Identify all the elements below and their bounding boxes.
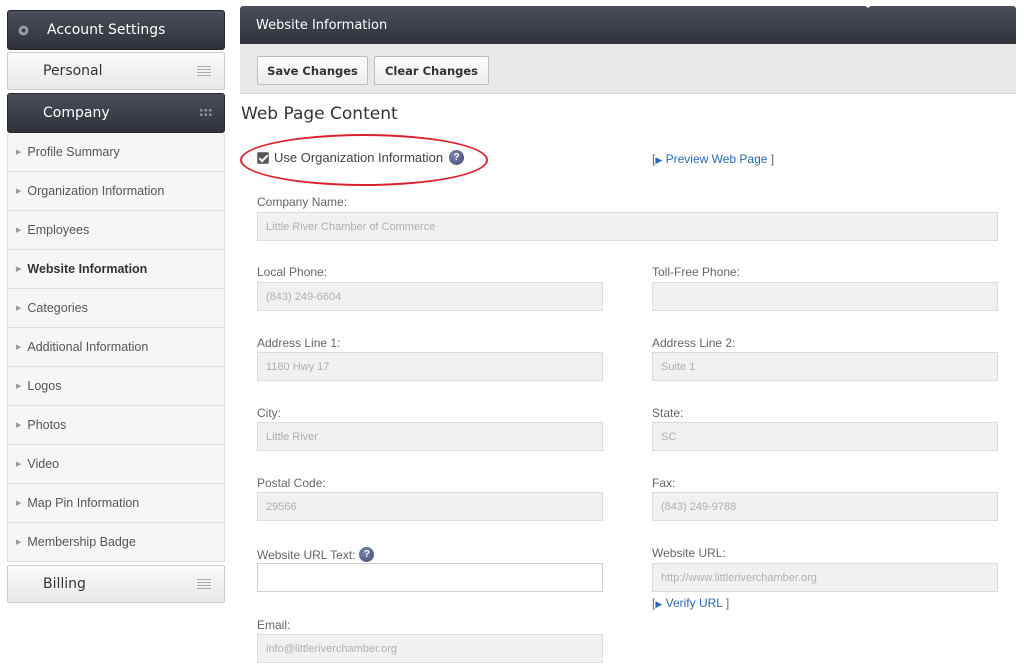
sidebar-item-membership-badge[interactable]: ▶ Membership Badge xyxy=(8,523,224,562)
sidebar-item-label: Profile Summary xyxy=(27,145,120,159)
sidebar-item-label: Map Pin Information xyxy=(27,496,140,510)
sidebar-personal[interactable]: Personal xyxy=(7,52,225,90)
sidebar-item-label: Photos xyxy=(27,418,67,432)
triangle-right-icon: ▶ xyxy=(16,266,22,273)
sidebar-item-additional-information[interactable]: ▶ Additional Information xyxy=(8,328,224,367)
toll-free-phone-field[interactable] xyxy=(652,282,998,311)
help-icon[interactable]: ? xyxy=(359,547,375,562)
preview-link-text: Preview Web Page xyxy=(665,152,768,166)
menu-icon xyxy=(197,579,211,589)
triangle-right-icon: ▶ xyxy=(16,227,22,234)
sidebar-company-label: Company xyxy=(43,105,110,121)
sidebar-billing[interactable]: Billing xyxy=(7,565,225,603)
company-name-field[interactable]: Little River Chamber of Commerce xyxy=(257,212,998,241)
company-submenu: ▶ Profile Summary ▶ Organization Informati… xyxy=(7,133,225,562)
fax-field[interactable]: (843) 249-9788 xyxy=(652,492,998,521)
local-phone-field[interactable]: (843) 249-6604 xyxy=(257,282,603,311)
sidebar-item-label: Categories xyxy=(27,301,88,315)
page-title: Website Information xyxy=(256,17,388,33)
sidebar-item-organization-information[interactable]: ▶ Organization Information xyxy=(8,172,224,211)
triangle-right-icon: ▶ xyxy=(16,539,22,546)
save-button[interactable]: Save Changes xyxy=(257,56,368,85)
main-header: Website Information xyxy=(240,6,1016,44)
postal-code-label: Postal Code: xyxy=(257,476,326,490)
company-name-label: Company Name: xyxy=(257,195,348,209)
address-line-2-field[interactable]: Suite 1 xyxy=(652,352,998,381)
local-phone-label: Local Phone: xyxy=(257,265,328,279)
sidebar-item-label: Logos xyxy=(27,379,62,393)
sidebar-item-label: Employees xyxy=(27,223,90,237)
sidebar-item-map-pin-information[interactable]: ▶ Map Pin Information xyxy=(8,484,224,523)
gear-icon xyxy=(18,25,29,35)
sidebar-item-profile-summary[interactable]: ▶ Profile Summary xyxy=(8,133,224,172)
sidebar-account-settings-label: Account Settings xyxy=(47,22,166,38)
city-field[interactable]: Little River xyxy=(257,422,603,451)
sidebar-personal-label: Personal xyxy=(43,63,103,79)
grid-icon xyxy=(200,109,212,116)
city-label: City: xyxy=(257,406,281,420)
clear-button[interactable]: Clear Changes xyxy=(374,56,489,85)
menu-icon xyxy=(197,66,211,76)
sidebar-item-photos[interactable]: ▶ Photos xyxy=(8,406,224,445)
triangle-right-icon: ▶ xyxy=(16,305,22,312)
triangle-right-icon: ▶ xyxy=(16,188,22,195)
sidebar-item-label: Organization Information xyxy=(27,184,165,198)
toolbar: Save Changes Clear Changes xyxy=(240,44,1016,94)
sidebar-item-label: Website Information xyxy=(27,262,148,276)
verify-link-text: Verify URL xyxy=(665,596,723,610)
triangle-right-icon: ▶ xyxy=(16,500,22,507)
triangle-right-icon: ▶ xyxy=(16,383,22,390)
address-line-1-field[interactable]: 1180 Hwy 17 xyxy=(257,352,603,381)
email-label: Email: xyxy=(257,618,291,632)
website-url-field[interactable]: http://www.littleriverchamber.org xyxy=(652,563,998,592)
sidebar-billing-label: Billing xyxy=(43,576,86,592)
state-field[interactable]: SC xyxy=(652,422,998,451)
sidebar-item-logos[interactable]: ▶ Logos xyxy=(8,367,224,406)
sidebar-item-employees[interactable]: ▶ Employees xyxy=(8,211,224,250)
sidebar-item-categories[interactable]: ▶ Categories xyxy=(8,289,224,328)
triangle-right-icon: ▶ xyxy=(16,149,22,156)
triangle-right-icon: ▶ xyxy=(16,344,22,351)
section-title: Web Page Content xyxy=(241,104,398,124)
header-notch xyxy=(856,0,880,8)
triangle-right-icon: ▶ xyxy=(16,422,22,429)
sidebar-item-label: Additional Information xyxy=(27,340,149,354)
website-url-text-label: Website URL Text: xyxy=(257,547,356,562)
website-url-text-label-row: Website URL Text: ? xyxy=(257,547,375,562)
sidebar-company[interactable]: Company xyxy=(7,93,225,133)
sidebar-account-settings[interactable]: Account Settings xyxy=(7,10,225,50)
website-url-text-field[interactable] xyxy=(257,563,603,592)
preview-web-page-link[interactable]: [▶ Preview Web Page ] xyxy=(652,152,774,166)
address-line-2-label: Address Line 2: xyxy=(652,336,736,350)
triangle-right-icon: ▶ xyxy=(16,461,22,468)
postal-code-field[interactable]: 29566 xyxy=(257,492,603,521)
toll-free-phone-label: Toll-Free Phone: xyxy=(652,265,741,279)
address-line-1-label: Address Line 1: xyxy=(257,336,341,350)
annotation-circle xyxy=(240,134,488,186)
sidebar-item-label: Membership Badge xyxy=(27,535,136,549)
sidebar-item-website-information[interactable]: ▶ Website Information xyxy=(8,250,224,289)
website-url-label: Website URL: xyxy=(652,546,726,560)
fax-label: Fax: xyxy=(652,476,676,490)
state-label: State: xyxy=(652,406,684,420)
email-field[interactable]: info@littleriverchamber.org xyxy=(257,634,603,663)
sidebar-item-video[interactable]: ▶ Video xyxy=(8,445,224,484)
sidebar-item-label: Video xyxy=(27,457,60,471)
verify-url-link[interactable]: [▶ Verify URL ] xyxy=(652,596,729,610)
